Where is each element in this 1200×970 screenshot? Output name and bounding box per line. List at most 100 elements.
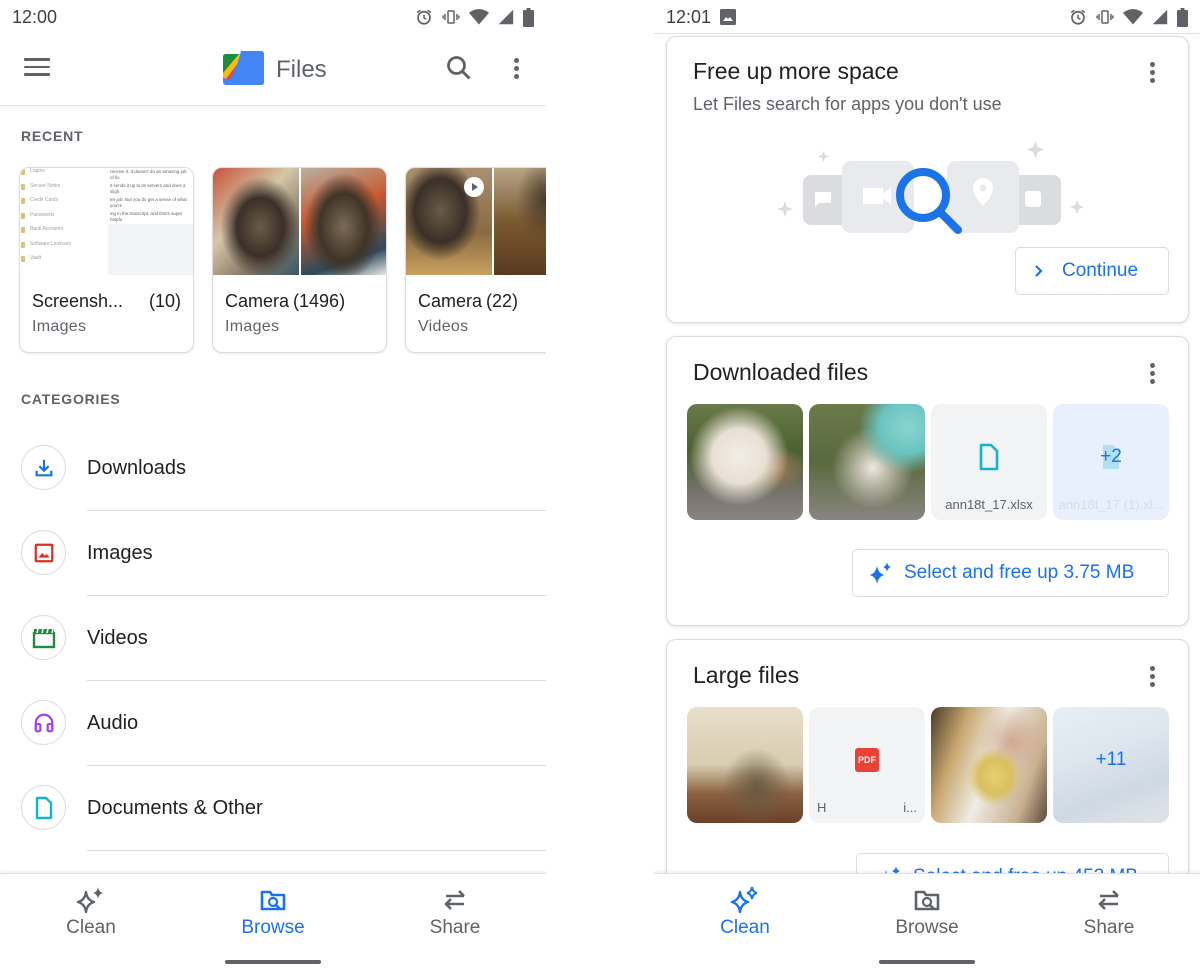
select-free-up-label: Select and free up 3.75 MB	[904, 562, 1135, 583]
photo-thumbnail	[213, 168, 299, 275]
downloaded-files-thumbnails: ann18t_17.xlsx +2 ann18t_17 (1).xl...	[687, 404, 1169, 520]
app-search-illustration	[777, 141, 1084, 234]
browse-screen: 12:00 Files RECENT Logins Secure Notes C…	[0, 0, 546, 970]
recent-count: (10)	[148, 291, 181, 311]
recent-name-text: Camera	[418, 291, 483, 311]
recent-card-screenshots[interactable]: Logins Secure Notes Credit Cards Passwor…	[19, 167, 194, 353]
recent-name-text: Screensh...	[32, 291, 124, 311]
document-icon	[35, 796, 52, 819]
recent-card-type: Images	[32, 318, 87, 335]
nav-browse[interactable]: Browse	[836, 874, 1018, 947]
app-bar: Files	[0, 34, 546, 106]
category-label: Audio	[87, 712, 139, 734]
nav-share[interactable]: Share	[364, 874, 546, 947]
file-thumbnail[interactable]	[809, 404, 925, 520]
signal-icon	[1152, 9, 1168, 25]
divider	[87, 850, 546, 851]
vibrate-icon	[442, 10, 460, 24]
more-vert-icon	[513, 57, 519, 79]
nav-browse[interactable]: Browse	[182, 874, 364, 947]
recent-thumbnail	[213, 168, 386, 275]
free-up-space-card: Free up more space Let Files search for …	[666, 36, 1189, 323]
folder-search-icon	[914, 890, 940, 911]
image-notification-icon	[720, 9, 737, 25]
nav-share[interactable]: Share	[1018, 874, 1200, 947]
category-audio[interactable]: Audio	[0, 681, 546, 766]
recent-card-name: Camera (1496)	[225, 291, 374, 312]
alarm-icon	[1070, 9, 1086, 25]
category-icon-circle	[21, 785, 66, 830]
search-icon	[447, 56, 471, 80]
signal-icon	[498, 9, 514, 25]
file-thumbnail[interactable]	[687, 404, 803, 520]
nav-label: Share	[1083, 917, 1135, 938]
card-more-button[interactable]	[1142, 58, 1162, 86]
more-files-thumbnail[interactable]: +11	[1053, 707, 1169, 823]
preview-list-item: Secure Notes	[20, 183, 108, 198]
sparkle-icon	[730, 886, 758, 914]
video-thumbnail	[493, 168, 546, 275]
more-vert-icon	[1149, 362, 1155, 384]
recent-count: (1496)	[293, 291, 346, 311]
categories-list: Downloads Images Videos Audio Documents …	[0, 426, 546, 851]
category-documents[interactable]: Documents & Other	[0, 766, 546, 851]
category-images[interactable]: Images	[0, 511, 546, 596]
category-label: Videos	[87, 627, 148, 649]
battery-icon	[523, 7, 534, 27]
file-thumbnail[interactable]	[931, 707, 1047, 823]
nav-clean[interactable]: Clean	[0, 874, 182, 947]
home-indicator[interactable]	[879, 960, 975, 964]
menu-icon	[24, 58, 50, 76]
preview-list-item: Passwords	[20, 212, 108, 227]
category-icon-circle	[21, 615, 66, 660]
more-vert-icon	[1149, 61, 1155, 83]
bottom-navigation: Clean Browse Share	[0, 873, 546, 970]
bottom-navigation: Clean Browse Share	[654, 873, 1200, 970]
card-more-button[interactable]	[1142, 359, 1162, 387]
app-title: Files	[276, 56, 327, 83]
recent-card-camera-videos[interactable]: Camera (22) Videos	[405, 167, 546, 353]
image-icon	[34, 543, 53, 562]
status-icons	[1069, 7, 1188, 27]
file-thumbnail[interactable]	[687, 707, 803, 823]
recent-name-text: Camera	[225, 291, 290, 311]
file-name: ann18t_17 (1).xl...	[1058, 497, 1164, 512]
category-icon-circle	[21, 445, 66, 490]
file-name: ann18t_17.xlsx	[945, 497, 1033, 512]
preview-list-item: Logins	[20, 168, 108, 183]
continue-button[interactable]: Continue	[1015, 247, 1169, 295]
search-button[interactable]	[445, 54, 473, 82]
alarm-icon	[416, 9, 432, 25]
category-label: Documents & Other	[87, 797, 263, 819]
more-count: +2	[1100, 446, 1122, 468]
more-vert-icon	[1149, 665, 1155, 687]
more-files-thumbnail[interactable]: +2 ann18t_17 (1).xl...	[1053, 404, 1169, 520]
category-videos[interactable]: Videos	[0, 596, 546, 681]
category-label: Images	[87, 542, 153, 564]
status-time: 12:00	[12, 6, 58, 27]
file-thumbnail[interactable]: ann18t_17.xlsx	[931, 404, 1047, 520]
pdf-icon: PDF	[855, 748, 879, 773]
nav-clean[interactable]: Clean	[654, 874, 836, 947]
recent-card-name: Camera (22)	[418, 291, 546, 312]
category-downloads[interactable]: Downloads	[0, 426, 546, 511]
file-thumbnail[interactable]: PDF H i...	[809, 707, 925, 823]
folder-search-icon	[260, 890, 286, 911]
preview-text-line: receive it. It doesn't do an amazing job…	[108, 168, 193, 182]
card-more-button[interactable]	[1142, 662, 1162, 690]
divider	[654, 33, 1200, 34]
more-options-button[interactable]	[506, 54, 526, 82]
card-title: Downloaded files	[693, 359, 869, 385]
recent-thumbnail: Logins Secure Notes Credit Cards Passwor…	[20, 168, 193, 275]
home-indicator[interactable]	[225, 960, 321, 964]
select-free-up-button[interactable]: Select and free up 3.75 MB	[852, 549, 1169, 597]
status-time: 12:01	[666, 6, 712, 27]
pdf-badge-text: PDF	[858, 755, 876, 766]
video-thumbnail	[406, 168, 492, 275]
nav-label: Browse	[241, 917, 305, 938]
clean-screen: 12:01 Free up more space Let Files searc…	[654, 0, 1200, 970]
recent-card-camera-images[interactable]: Camera (1496) Images	[212, 167, 387, 353]
card-title: Free up more space	[693, 58, 899, 84]
menu-button[interactable]	[24, 58, 50, 78]
photo-thumbnail	[300, 168, 386, 275]
